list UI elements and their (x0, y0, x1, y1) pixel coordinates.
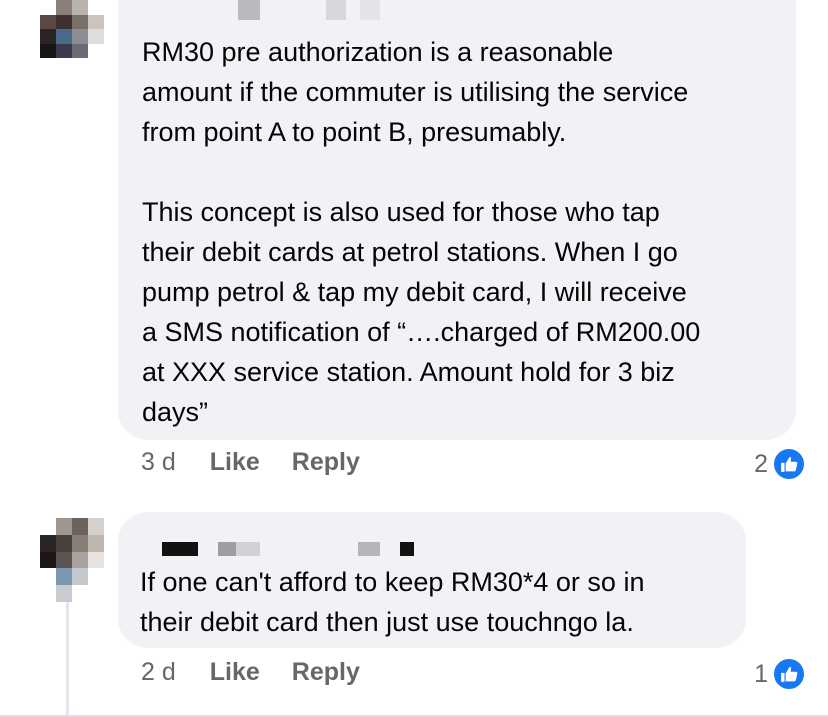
redacted-name (162, 542, 198, 556)
avatar[interactable] (40, 0, 104, 58)
redacted-name (400, 542, 414, 556)
avatar[interactable] (40, 518, 104, 602)
redacted-name (238, 0, 260, 20)
like-button[interactable]: Like (210, 658, 260, 687)
comment-actions: 2 d Like Reply (141, 658, 392, 687)
redacted-name (236, 542, 260, 556)
thumbs-up-icon (772, 447, 806, 481)
reply-button[interactable]: Reply (292, 658, 360, 687)
reaction-count: 2 (754, 449, 768, 478)
redacted-name (360, 0, 380, 20)
redacted-name (358, 542, 380, 556)
comment-text: If one can't afford to keep RM30*4 or so… (140, 567, 645, 637)
reaction-summary[interactable]: 2 (754, 447, 806, 481)
thread-connector (66, 600, 69, 717)
reaction-summary[interactable]: 1 (754, 657, 806, 691)
comment-timestamp[interactable]: 2 d (141, 658, 176, 687)
redacted-name (218, 542, 236, 556)
like-button[interactable]: Like (210, 448, 260, 477)
redacted-name (326, 0, 346, 20)
comment-bubble: RM30 pre authorization is a reasonable a… (118, 0, 796, 440)
comment-bubble: If one can't afford to keep RM30*4 or so… (118, 512, 746, 648)
reaction-count: 1 (754, 659, 768, 688)
reply-button[interactable]: Reply (292, 448, 360, 477)
comment-thread: RM30 pre authorization is a reasonable a… (0, 0, 828, 717)
comment-actions: 3 d Like Reply (141, 448, 392, 477)
comment-timestamp[interactable]: 3 d (141, 448, 176, 477)
thumbs-up-icon (772, 657, 806, 691)
comment-text: RM30 pre authorization is a reasonable a… (142, 37, 701, 427)
